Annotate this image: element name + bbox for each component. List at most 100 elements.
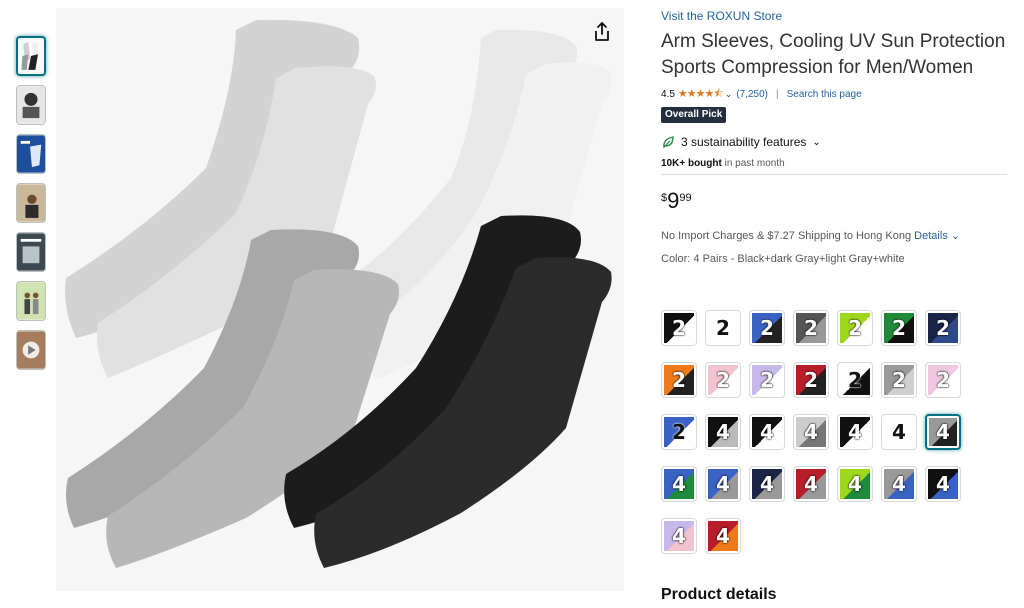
- color-swatch[interactable]: 4: [925, 466, 961, 502]
- star-rating-icon[interactable]: ★★★★⯪: [678, 85, 724, 104]
- color-swatch[interactable]: 2: [661, 310, 697, 346]
- search-this-page-link[interactable]: Search this page: [787, 89, 862, 100]
- swatch-pack-count: 4: [672, 524, 686, 548]
- thumbnail-video[interactable]: [16, 330, 46, 370]
- color-swatch[interactable]: 2: [661, 362, 697, 398]
- color-swatch[interactable]: 2: [793, 310, 829, 346]
- swatch-pack-count: 2: [672, 316, 686, 340]
- thumbnail-1[interactable]: [16, 36, 46, 76]
- thumbnail-2[interactable]: [16, 85, 46, 125]
- swatch-pack-count: 2: [848, 368, 862, 392]
- color-swatch[interactable]: 4: [749, 466, 785, 502]
- color-swatch[interactable]: 2: [881, 362, 917, 398]
- swatch-pack-count: 4: [892, 420, 906, 444]
- main-product-image[interactable]: [56, 8, 624, 591]
- bought-suffix: in past month: [721, 158, 785, 169]
- color-swatch[interactable]: 4: [705, 414, 741, 450]
- swatch-pack-count: 2: [672, 420, 686, 444]
- shipping-info: No Import Charges & $7.27 Shipping to Ho…: [661, 229, 1007, 242]
- product-details-heading: Product details: [661, 586, 777, 603]
- color-swatch[interactable]: 2: [881, 310, 917, 346]
- color-swatch[interactable]: 2: [837, 310, 873, 346]
- shipping-details-link[interactable]: Details: [914, 230, 948, 242]
- color-swatch[interactable]: 2: [661, 414, 697, 450]
- color-swatch[interactable]: 4: [661, 518, 697, 554]
- shipping-text: No Import Charges & $7.27 Shipping to Ho…: [661, 230, 915, 242]
- color-swatch[interactable]: 2: [837, 362, 873, 398]
- swatch-pack-count: 4: [936, 420, 950, 444]
- color-swatch[interactable]: 2: [705, 362, 741, 398]
- swatch-pack-count: 4: [672, 472, 686, 496]
- color-swatch[interactable]: 4: [881, 414, 917, 450]
- share-icon: [595, 22, 609, 41]
- swatch-pack-count: 2: [892, 368, 906, 392]
- sustainability-label: 3 sustainability features: [681, 135, 807, 149]
- outdoor-thumbnail-icon: [17, 282, 45, 320]
- thumbnail-6[interactable]: [16, 281, 46, 321]
- color-swatch[interactable]: 4: [793, 414, 829, 450]
- swatch-pack-count: 4: [804, 420, 818, 444]
- color-swatch[interactable]: 4: [837, 414, 873, 450]
- color-swatch[interactable]: 4: [925, 414, 961, 450]
- price-whole: 9: [667, 188, 680, 213]
- color-swatch[interactable]: 2: [925, 362, 961, 398]
- swatch-row: 2 2 2 2 2 2 2: [661, 362, 981, 414]
- price: $ 9 99: [661, 189, 1007, 217]
- swatch-pack-count: 4: [848, 472, 862, 496]
- thumbnail-3[interactable]: [16, 134, 46, 174]
- color-label: Color: 4 Pairs - Black+dark Gray+light G…: [661, 253, 905, 265]
- usage-thumbnail-icon: [17, 184, 45, 222]
- swatch-pack-count: 2: [672, 368, 686, 392]
- chevron-down-icon[interactable]: ⌄: [951, 230, 960, 242]
- swatch-pack-count: 4: [760, 472, 774, 496]
- swatch-row: 44: [661, 518, 981, 570]
- swatch-pack-count: 4: [936, 472, 950, 496]
- overall-pick-badge: Overall Pick: [661, 107, 727, 123]
- arm-sleeves-image: [56, 8, 624, 591]
- rating-count-link[interactable]: (7,250): [736, 89, 768, 100]
- color-swatch[interactable]: 4: [881, 466, 917, 502]
- store-link[interactable]: Visit the ROXUN Store: [661, 9, 1007, 23]
- bought-count: 10K+ bought: [661, 158, 722, 169]
- color-swatch[interactable]: 4: [661, 466, 697, 502]
- color-swatch[interactable]: 2: [793, 362, 829, 398]
- color-swatch[interactable]: 4: [837, 466, 873, 502]
- swatch-row: 2 4 4 4 4 4 4: [661, 414, 981, 466]
- thumbnail-4[interactable]: [16, 183, 46, 223]
- swatch-pack-count: 2: [760, 368, 774, 392]
- separator: |: [776, 88, 779, 100]
- product-title: Arm Sleeves, Cooling UV Sun Protection S…: [661, 31, 1006, 78]
- swatch-pack-count: 2: [936, 316, 950, 340]
- color-swatch[interactable]: 4: [705, 518, 741, 554]
- swatch-pack-count: 2: [892, 316, 906, 340]
- lifestyle-thumbnail-icon: [17, 86, 45, 124]
- color-swatch[interactable]: 2: [749, 362, 785, 398]
- color-swatch-grid: 222222222222222444444444444444: [661, 310, 981, 570]
- feature-thumbnail-icon: [17, 135, 45, 173]
- color-swatch[interactable]: 4: [793, 466, 829, 502]
- swatch-pack-count: 2: [716, 316, 730, 340]
- rating-row: 4.5 ★★★★⯪ ⌄ (7,250) | Search this page: [661, 86, 1007, 102]
- color-swatch[interactable]: 2: [925, 310, 961, 346]
- leaf-icon: [663, 136, 674, 149]
- color-swatch[interactable]: 2: [749, 310, 785, 346]
- color-swatch[interactable]: 4: [749, 414, 785, 450]
- swatch-pack-count: 2: [936, 368, 950, 392]
- swatch-pack-count: 4: [716, 420, 730, 444]
- divider: [661, 174, 1007, 175]
- share-button[interactable]: [590, 20, 614, 44]
- chevron-down-icon[interactable]: ⌄: [725, 89, 733, 100]
- thumbnail-5[interactable]: [16, 232, 46, 272]
- sleeves-thumbnail-icon: [18, 38, 44, 74]
- rating-value: 4.5: [661, 88, 675, 100]
- swatch-pack-count: 2: [848, 316, 862, 340]
- swatch-pack-count: 4: [848, 420, 862, 444]
- sustainability-features[interactable]: 3 sustainability features ⌄: [661, 135, 1007, 149]
- swatch-pack-count: 4: [760, 420, 774, 444]
- color-swatch[interactable]: 4: [705, 466, 741, 502]
- bought-in-past-month: 10K+ bought in past month: [661, 158, 1007, 169]
- color-swatch[interactable]: 2: [705, 310, 741, 346]
- swatch-pack-count: 4: [804, 472, 818, 496]
- swatch-row: 2 2 2 2 2 2 2: [661, 310, 981, 362]
- price-fraction: 99: [679, 192, 692, 204]
